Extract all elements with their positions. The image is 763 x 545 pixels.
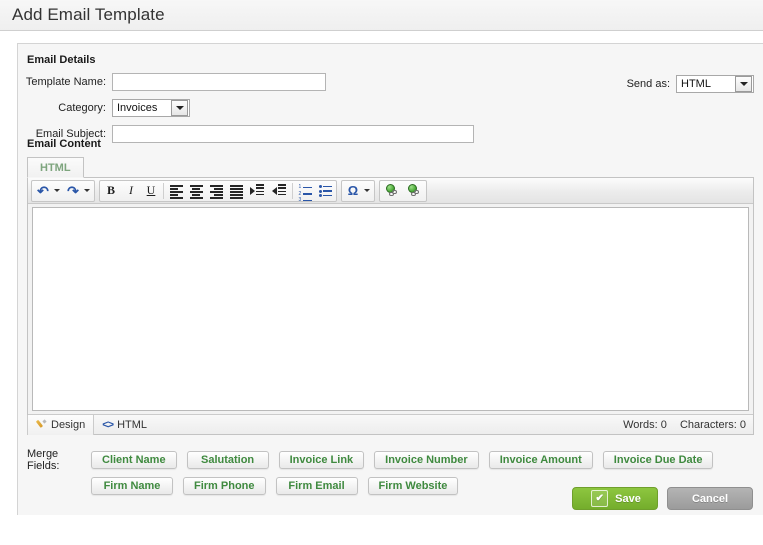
align-center-icon[interactable]: [186, 181, 206, 201]
editor-mode-html-label: HTML: [117, 418, 148, 431]
toolbar-divider: [163, 182, 164, 199]
redo-dropdown-icon[interactable]: [84, 189, 90, 192]
pencil-icon: [36, 419, 47, 430]
undo-icon[interactable]: ↶: [33, 181, 53, 201]
merge-field-firm-phone[interactable]: Firm Phone: [183, 477, 266, 495]
align-justify-icon[interactable]: [226, 181, 246, 201]
character-count: Characters: 0: [679, 418, 746, 431]
email-content-editor: HTML ↶ ↷ B I U 1 2 3 Ω Design <> HTML Wo…: [27, 155, 754, 435]
indent-increase-icon[interactable]: [246, 181, 268, 201]
send-as-group: Send as: HTML: [627, 75, 754, 93]
bold-icon[interactable]: B: [101, 181, 121, 201]
editor-box: ↶ ↷ B I U 1 2 3 Ω Design <> HTML Words: …: [27, 178, 754, 435]
editor-counts: Words: 0 Characters: 0: [613, 419, 753, 431]
page-body: Email Details Template Name: Category: I…: [0, 32, 763, 545]
insert-link-icon[interactable]: [381, 181, 403, 201]
merge-field-firm-website[interactable]: Firm Website: [367, 477, 459, 495]
send-as-selected-value: HTML: [681, 78, 711, 90]
numbered-list-icon[interactable]: 1 2 3: [295, 181, 315, 203]
save-button[interactable]: ✔ Save: [572, 487, 658, 510]
page-title: Add Email Template: [12, 5, 165, 24]
editor-mode-html[interactable]: <> HTML: [94, 415, 155, 435]
save-button-label: Save: [615, 492, 641, 505]
email-details-heading: Email Details: [27, 54, 96, 66]
editor-statusbar: Design <> HTML Words: 0 Characters: 0: [27, 414, 753, 435]
code-icon: <>: [102, 418, 114, 431]
merge-field-invoice-due-date[interactable]: Invoice Due Date: [602, 451, 714, 469]
editor-content-area[interactable]: [32, 207, 749, 411]
email-content-heading: Email Content: [27, 138, 101, 150]
category-select[interactable]: Invoices: [112, 99, 190, 117]
merge-field-firm-email[interactable]: Firm Email: [275, 477, 358, 495]
undo-dropdown-icon[interactable]: [54, 189, 60, 192]
editor-mode-design[interactable]: Design: [27, 414, 95, 435]
merge-fields-label: Merge Fields:: [27, 448, 60, 472]
template-name-label: Template Name:: [25, 76, 106, 88]
merge-field-salutation[interactable]: Salutation: [186, 451, 269, 469]
email-subject-row: Email Subject:: [18, 122, 763, 146]
email-subject-input[interactable]: [112, 125, 474, 143]
redo-icon[interactable]: ↷: [63, 181, 83, 201]
category-row: Category: Invoices: [18, 96, 763, 120]
editor-toolbar: ↶ ↷ B I U 1 2 3 Ω: [28, 178, 753, 204]
send-as-label: Send as:: [626, 78, 670, 90]
toolbar-group-links: [379, 179, 427, 202]
cancel-button-label: Cancel: [691, 492, 729, 505]
italic-icon[interactable]: I: [121, 181, 141, 201]
merge-field-client-name[interactable]: Client Name: [91, 451, 177, 469]
special-character-dropdown-icon[interactable]: [364, 189, 370, 192]
editor-tabstrip: HTML: [27, 155, 754, 178]
template-name-input[interactable]: [112, 73, 326, 91]
editor-mode-tabs: Design <> HTML: [27, 414, 155, 435]
toolbar-group-special-character: Ω: [341, 179, 375, 202]
footer-actions: ✔ Save Cancel: [572, 487, 753, 510]
merge-field-invoice-number[interactable]: Invoice Number: [374, 451, 479, 469]
indent-decrease-icon[interactable]: [268, 181, 290, 201]
merge-field-invoice-amount[interactable]: Invoice Amount: [488, 451, 593, 469]
align-right-icon[interactable]: [206, 181, 226, 201]
word-count: Words: 0: [623, 418, 667, 431]
remove-link-icon[interactable]: [403, 181, 425, 201]
check-icon: ✔: [591, 490, 609, 507]
category-label: Category:: [58, 102, 106, 114]
underline-icon[interactable]: U: [141, 181, 161, 201]
merge-field-invoice-link[interactable]: Invoice Link: [278, 451, 365, 469]
chevron-down-icon[interactable]: [171, 100, 188, 116]
toolbar-group-format: B I U 1 2 3: [99, 179, 337, 203]
form-panel: Email Details Template Name: Category: I…: [17, 43, 763, 515]
merge-field-firm-name[interactable]: Firm Name: [91, 477, 173, 495]
category-selected-value: Invoices: [117, 102, 158, 114]
merge-fields-row: Merge Fields: Client Name Salutation Inv…: [27, 448, 754, 472]
bulleted-list-icon[interactable]: [315, 181, 335, 201]
toolbar-group-history: ↶ ↷: [31, 179, 95, 202]
editor-mode-design-label: Design: [51, 418, 86, 431]
chevron-down-icon[interactable]: [735, 76, 752, 92]
special-character-icon[interactable]: Ω: [343, 181, 363, 201]
cancel-button[interactable]: Cancel: [667, 487, 753, 510]
page-header: Add Email Template: [0, 0, 763, 31]
align-left-icon[interactable]: [166, 181, 186, 201]
send-as-select[interactable]: HTML: [676, 75, 754, 93]
toolbar-divider: [292, 182, 293, 199]
tab-html[interactable]: HTML: [27, 157, 84, 178]
